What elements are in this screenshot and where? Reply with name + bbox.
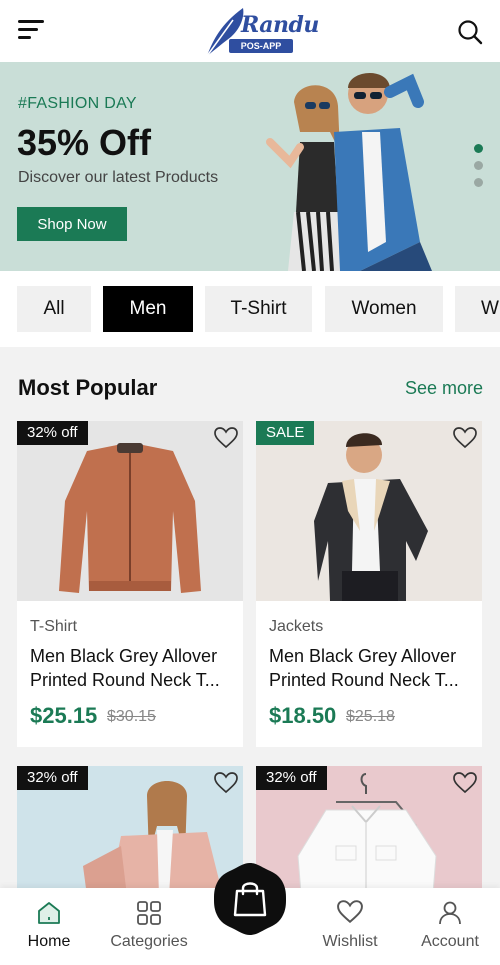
nav-home-label: Home [27, 933, 71, 950]
product-image: 32% off [256, 766, 482, 888]
product-name: Men Black Grey Allover Printed Round Nec… [269, 644, 474, 692]
section-title: Most Popular [18, 375, 158, 400]
nav-account-label: Account [421, 933, 479, 950]
promo-banner[interactable]: #FASHION DAY 35% Off Discover our latest… [0, 62, 500, 271]
cart-fab-button[interactable] [212, 861, 288, 937]
heart-icon[interactable] [214, 427, 238, 449]
app-logo: Randu POS-APP [203, 4, 319, 58]
shop-now-button[interactable]: Shop Now [17, 207, 127, 241]
carousel-dot-3[interactable] [474, 178, 483, 187]
category-chip-women[interactable]: Women [325, 286, 443, 332]
product-old-price: $30.15 [107, 708, 156, 725]
nav-categories-label: Categories [110, 933, 188, 950]
menu-icon[interactable] [18, 20, 46, 42]
nav-account[interactable]: Account [400, 888, 500, 965]
product-card[interactable]: 32% off [17, 766, 243, 888]
banner-subline: Discover our latest Products [18, 169, 219, 186]
heart-icon [337, 900, 363, 924]
discount-badge: 32% off [17, 766, 88, 790]
product-price: $25.15 [30, 703, 98, 728]
product-card[interactable]: SALE Jackets Men Black Grey Allover Prin… [256, 421, 482, 747]
product-name-line2: Printed Round Neck T... [269, 670, 459, 690]
sale-badge: SALE [256, 421, 315, 445]
home-icon [38, 902, 60, 924]
product-name-line1: Men Black Grey Allover [30, 646, 218, 666]
heart-icon[interactable] [214, 772, 238, 794]
nav-wishlist-label: Wishlist [322, 933, 378, 950]
discount-badge: 32% off [17, 421, 88, 445]
nav-categories[interactable]: Categories [99, 888, 199, 965]
product-category: T-Shirt [30, 618, 78, 635]
product-name-line1: Men Black Grey Allover [269, 646, 457, 666]
product-category: Jackets [269, 618, 324, 635]
nav-wishlist[interactable]: Wishlist [300, 888, 400, 965]
carousel-dot-2[interactable] [474, 161, 483, 170]
product-name: Men Black Grey Allover Printed Round Nec… [30, 644, 235, 692]
heart-icon[interactable] [453, 772, 477, 794]
grid-icon [137, 901, 161, 925]
discount-badge: 32% off [256, 766, 327, 790]
search-icon[interactable] [457, 19, 483, 45]
see-more-link[interactable]: See more [405, 378, 483, 399]
product-image: 32% off [17, 421, 243, 601]
category-chip-all[interactable]: All [17, 286, 91, 332]
logo-text: Randu [241, 12, 319, 38]
category-chip-men[interactable]: Men [103, 286, 193, 332]
category-chip-tshirt[interactable]: T-Shirt [205, 286, 312, 332]
banner-headline: 35% Off [17, 122, 152, 163]
product-name-line2: Printed Round Neck T... [30, 670, 220, 690]
category-chips: All Men T-Shirt Women Wi [0, 271, 500, 347]
carousel-dot-1[interactable] [474, 144, 483, 153]
logo-subtitle: POS-APP [229, 39, 293, 53]
banner-tag: #FASHION DAY [18, 95, 137, 112]
product-price: $18.50 [269, 703, 337, 728]
product-card[interactable]: 32% off T-Shirt Men Black Grey Allover P… [17, 421, 243, 747]
product-image: 32% off [17, 766, 243, 888]
product-old-price: $25.18 [346, 708, 395, 725]
banner-models-image [266, 72, 432, 271]
category-chip-partial[interactable]: Wi [455, 286, 500, 332]
app-header: Randu POS-APP [0, 0, 500, 62]
user-icon [439, 901, 461, 925]
product-image: SALE [256, 421, 482, 601]
carousel-dots [474, 144, 483, 195]
nav-home[interactable]: Home [0, 888, 99, 965]
product-card[interactable]: 32% off [256, 766, 482, 888]
heart-icon[interactable] [453, 427, 477, 449]
